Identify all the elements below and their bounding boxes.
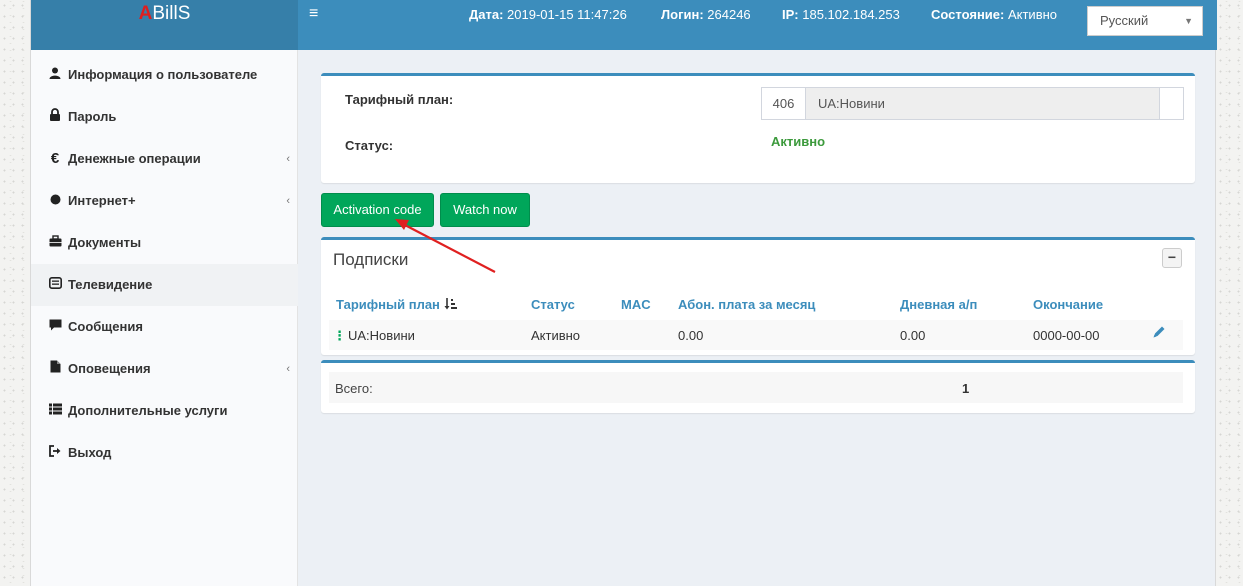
ip-value: 185.102.184.253	[802, 7, 900, 22]
plan-name: UA:Новини	[818, 96, 885, 111]
sidebar-item-extra-services[interactable]: Дополнительные услуги	[31, 390, 298, 432]
cell-monthly-fee: 0.00	[678, 328, 704, 343]
status-label: Статус:	[345, 138, 394, 153]
sidebar-item-label: Оповещения	[68, 361, 151, 376]
totals-box: Всего: 1	[321, 360, 1195, 413]
sidebar-item-notifications[interactable]: Оповещения ‹	[31, 348, 298, 390]
ip-label: IP:	[782, 7, 799, 22]
login-label: Логин:	[661, 7, 704, 22]
totals-row	[329, 372, 1183, 403]
sidebar-item-money[interactable]: € Денежные операции ‹	[31, 138, 298, 180]
user-icon	[48, 54, 62, 96]
sign-out-icon	[48, 432, 62, 474]
list-icon	[48, 390, 62, 432]
totals-value: 1	[962, 381, 970, 396]
file-icon	[48, 348, 62, 390]
column-header-daily-fee[interactable]: Дневная а/п	[900, 297, 977, 312]
background-left	[0, 0, 30, 586]
totals-label: Всего:	[335, 381, 373, 396]
header-login: Логин: 264246	[661, 6, 751, 24]
sidebar-item-label: Интернет+	[68, 193, 136, 208]
sidebar-item-label: Выход	[68, 445, 112, 460]
cell-daily-fee: 0.00	[900, 328, 926, 343]
cell-plan-text: UA:Новини	[348, 328, 415, 343]
row-marker-icon: ⋮	[333, 328, 346, 343]
watch-now-button[interactable]: Watch now	[440, 193, 530, 227]
circle-icon	[48, 180, 62, 222]
header-date: Дата: 2019-01-15 11:47:26	[469, 6, 627, 24]
sidebar-item-password[interactable]: Пароль	[31, 96, 298, 138]
sidebar-item-label: Денежные операции	[68, 151, 201, 166]
sidebar-item-messages[interactable]: Сообщения	[31, 306, 298, 348]
column-header-end[interactable]: Окончание	[1033, 297, 1103, 312]
sidebar-item-label: Сообщения	[68, 319, 143, 334]
sidebar-item-logout[interactable]: Выход	[31, 432, 298, 474]
plan-box: Тарифный план: 406 UA:Новини Статус: Акт…	[321, 73, 1195, 183]
logo[interactable]: ABillS	[31, 0, 298, 50]
subscriptions-title: Подписки	[333, 250, 409, 269]
column-header-mac[interactable]: MAC	[621, 297, 651, 312]
header-state: Состояние: Активно	[931, 6, 1057, 24]
login-value: 264246	[707, 7, 751, 22]
euro-icon: €	[50, 150, 60, 167]
date-label: Дата:	[469, 7, 504, 22]
sidebar-item-television[interactable]: Телевидение	[31, 264, 298, 306]
sidebar-item-internet[interactable]: Интернет+ ‹	[31, 180, 298, 222]
state-value: Активно	[1007, 7, 1058, 22]
column-header-monthly-fee[interactable]: Абон. плата за месяц	[678, 297, 815, 312]
sidebar: Информация о пользователе Пароль € Денежн…	[31, 50, 298, 586]
chevron-left-icon[interactable]: ‹	[286, 138, 290, 180]
plan-field-addon	[1159, 88, 1183, 119]
sidebar-item-label: Пароль	[68, 109, 117, 124]
collapse-button[interactable]: −	[1162, 248, 1182, 268]
cell-plan[interactable]: ⋮ UA:Новини	[333, 328, 415, 344]
sidebar-item-documents[interactable]: Документы	[31, 222, 298, 264]
cell-end: 0000-00-00	[1033, 328, 1100, 343]
header-ip: IP: 185.102.184.253	[782, 6, 900, 24]
activation-code-button[interactable]: Activation code	[321, 193, 434, 227]
top-header: ABillS ≡ Дата: 2019-01-15 11:47:26 Логин…	[31, 0, 1217, 50]
chevron-left-icon[interactable]: ‹	[286, 180, 290, 222]
sidebar-item-label: Информация о пользователе	[68, 67, 258, 82]
column-header-status[interactable]: Статус	[531, 297, 575, 312]
tv-icon	[48, 264, 62, 306]
plan-label: Тарифный план:	[345, 92, 454, 107]
cell-status: Активно	[531, 328, 581, 343]
chevron-left-icon[interactable]: ‹	[286, 348, 290, 390]
comment-icon	[48, 306, 62, 348]
sidebar-item-label: Документы	[68, 235, 142, 250]
sidebar-item-label: Дополнительные услуги	[68, 403, 228, 418]
app-window: ABillS ≡ Дата: 2019-01-15 11:47:26 Логин…	[30, 0, 1217, 586]
language-value: Русский	[1100, 13, 1149, 28]
state-label: Состояние:	[931, 7, 1005, 22]
plan-field: 406 UA:Новини	[761, 87, 1184, 120]
language-select[interactable]: Русский ▼	[1087, 6, 1203, 36]
pencil-icon[interactable]	[1151, 324, 1167, 340]
subscriptions-box: Подписки − Тарифный план Статус MAC Абон…	[321, 237, 1195, 355]
hamburger-icon[interactable]: ≡	[309, 4, 318, 24]
plan-id: 406	[762, 88, 806, 119]
lock-icon	[48, 96, 62, 138]
background-right	[1216, 0, 1243, 586]
sort-icon[interactable]	[444, 298, 457, 310]
sidebar-item-label: Телевидение	[68, 277, 153, 292]
briefcase-icon	[48, 222, 62, 264]
logo-text: BillS	[152, 3, 191, 24]
sidebar-item-user-info[interactable]: Информация о пользователе	[31, 54, 298, 96]
caret-down-icon: ▼	[1184, 16, 1193, 26]
column-header-label: Тарифный план	[336, 297, 440, 312]
column-header-plan[interactable]: Тарифный план	[336, 297, 457, 312]
date-value: 2019-01-15 11:47:26	[507, 7, 627, 22]
status-value: Активно	[771, 134, 826, 149]
logo-letter: A	[138, 3, 153, 24]
